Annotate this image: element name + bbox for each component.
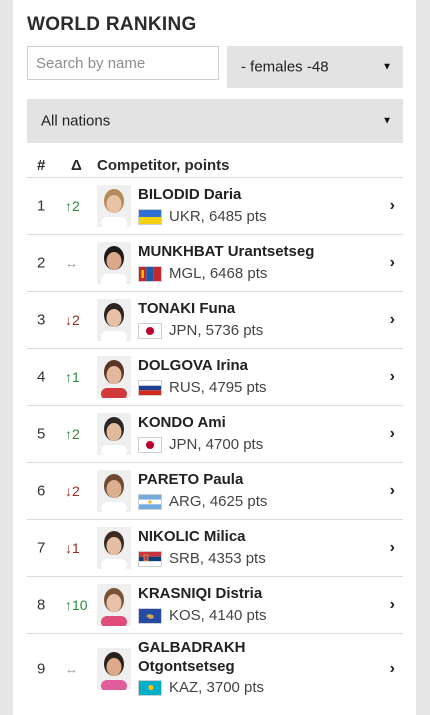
athlete-photo: [97, 299, 131, 341]
search-input[interactable]: [27, 46, 219, 80]
nation-points: ARG, 4625 pts: [169, 493, 268, 510]
rank-number: 9: [37, 660, 46, 677]
nation-points: RUS, 4795 pts: [169, 379, 267, 396]
rank-change: ↑10: [65, 597, 88, 613]
rank-change: ↑1: [65, 369, 80, 385]
athlete-name: GALBADRAKH Otgontsetseg: [138, 639, 246, 675]
chevron-right-icon: ›: [389, 425, 395, 442]
rank-change: ↓2: [65, 312, 80, 328]
kazakhstan-flag-icon: [138, 680, 162, 696]
athlete-photo: [97, 648, 131, 690]
table-row[interactable]: 8 ↑10 KRASNIQI Distria KOS, 4140 pts ›: [27, 576, 403, 633]
table-row[interactable]: 4 ↑1 DOLGOVA Irina RUS, 4795 pts ›: [27, 348, 403, 405]
athlete-name: MUNKHBAT Urantsetseg: [138, 243, 315, 260]
rank-change: ↓1: [65, 540, 80, 556]
caret-down-icon: ▼: [382, 61, 392, 73]
chevron-right-icon: ›: [389, 311, 395, 328]
nation-points: SRB, 4353 pts: [169, 550, 266, 567]
athlete-name: TONAKI Funa: [138, 300, 236, 317]
athlete-name: KONDO Ami: [138, 414, 226, 431]
weight-category-select[interactable]: - females -48 ▼: [227, 46, 403, 88]
chevron-right-icon: ›: [389, 539, 395, 556]
chevron-right-icon: ›: [389, 368, 395, 385]
rank-change: ↓2: [65, 483, 80, 499]
table-header: # Δ Competitor, points: [27, 155, 403, 177]
rank-change: ↔: [65, 661, 78, 676]
athlete-photo: [97, 185, 131, 227]
athlete-name: PARETO Paula: [138, 471, 244, 488]
rank-change: ↔: [65, 255, 78, 271]
athlete-photo: [97, 527, 131, 569]
rank-number: 8: [37, 596, 46, 614]
nation-points: KAZ, 3700 pts: [169, 679, 265, 696]
ranking-list: 1 ↑2 BILODID Daria UKR, 6485 pts › 2 ↔ M…: [27, 177, 403, 703]
delta-column-header: Δ: [71, 157, 82, 174]
rank-column-header: #: [37, 157, 46, 174]
competitor-column-header: Competitor, points: [97, 157, 230, 174]
table-row[interactable]: 1 ↑2 BILODID Daria UKR, 6485 pts ›: [27, 177, 403, 234]
caret-down-icon: ▼: [382, 115, 392, 127]
table-row[interactable]: 3 ↓2 TONAKI Funa JPN, 5736 pts ›: [27, 291, 403, 348]
athlete-photo: [97, 584, 131, 626]
nation-points: MGL, 6468 pts: [169, 265, 268, 282]
athlete-photo: [97, 356, 131, 398]
chevron-right-icon: ›: [389, 482, 395, 499]
rank-number: 5: [37, 425, 46, 443]
mongolia-flag-icon: [138, 266, 162, 282]
chevron-right-icon: ›: [389, 596, 395, 613]
russia-flag-icon: [138, 380, 162, 396]
athlete-name: DOLGOVA Irina: [138, 357, 249, 374]
argentina-flag-icon: [138, 494, 162, 510]
world-ranking-panel: WORLD RANKING - females -48 ▼ All nation…: [13, 0, 416, 715]
rank-change: ↑2: [65, 198, 80, 214]
table-row[interactable]: 7 ↓1 NIKOLIC Milica SRB, 4353 pts ›: [27, 519, 403, 576]
ukraine-flag-icon: [138, 209, 162, 225]
athlete-photo: [97, 242, 131, 284]
rank-number: 7: [37, 539, 46, 557]
athlete-photo: [97, 413, 131, 455]
chevron-right-icon: ›: [389, 197, 395, 214]
table-row[interactable]: 9 ↔ GALBADRAKH Otgontsetseg KAZ, 3700 pt…: [27, 633, 403, 703]
table-row[interactable]: 5 ↑2 KONDO Ami JPN, 4700 pts ›: [27, 405, 403, 462]
japan-flag-icon: [138, 323, 162, 339]
rank-number: 1: [37, 197, 46, 215]
japan-flag-icon: [138, 437, 162, 453]
athlete-name: KRASNIQI Distria: [138, 585, 263, 602]
athlete-name: NIKOLIC Milica: [138, 528, 246, 545]
table-row[interactable]: 2 ↔ MUNKHBAT Urantsetseg MGL, 6468 pts ›: [27, 234, 403, 291]
nation-points: UKR, 6485 pts: [169, 208, 267, 225]
nation-points: JPN, 4700 pts: [169, 436, 264, 453]
nation-value: All nations: [41, 112, 111, 130]
athlete-name: BILODID Daria: [138, 186, 242, 203]
table-row[interactable]: 6 ↓2 PARETO Paula ARG, 4625 pts ›: [27, 462, 403, 519]
rank-number: 4: [37, 368, 46, 386]
rank-number: 2: [37, 254, 46, 272]
nation-select[interactable]: All nations ▼: [27, 99, 403, 143]
nation-points: KOS, 4140 pts: [169, 607, 267, 624]
rank-number: 6: [37, 482, 46, 500]
serbia-flag-icon: [138, 551, 162, 567]
chevron-right-icon: ›: [389, 659, 395, 677]
chevron-right-icon: ›: [389, 254, 395, 271]
page-title: WORLD RANKING: [27, 14, 197, 35]
nation-points: JPN, 5736 pts: [169, 322, 264, 339]
rank-change: ↑2: [65, 426, 80, 442]
kosovo-flag-icon: [138, 608, 162, 624]
athlete-photo: [97, 470, 131, 512]
weight-category-value: - females -48: [241, 58, 329, 76]
rank-number: 3: [37, 311, 46, 329]
